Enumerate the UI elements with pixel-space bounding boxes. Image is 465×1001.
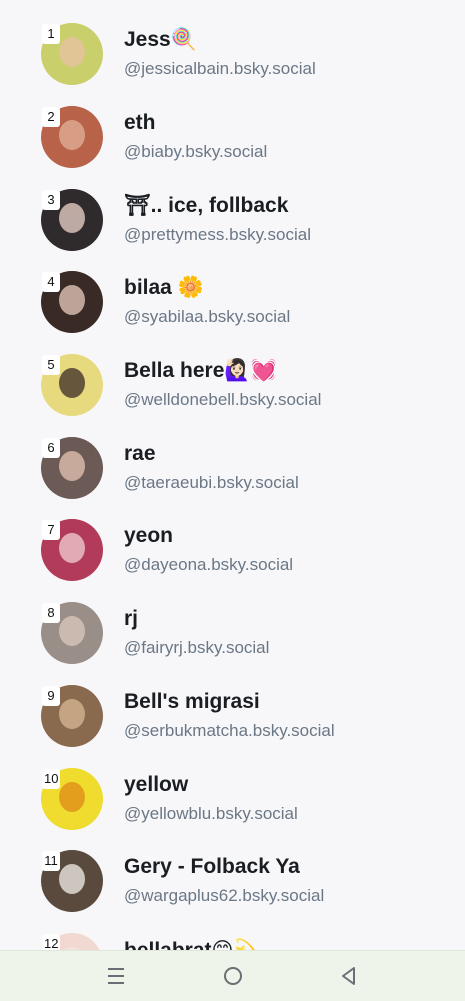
handle: @yellowblu.bsky.social (124, 804, 298, 823)
handle: @wargaplus62.bsky.social (124, 886, 325, 905)
display-name: bilaa 🌼 (124, 276, 204, 299)
list-item[interactable]: 2 eth @biaby.bsky.social (0, 83, 465, 168)
account-list: 1 Jess🍭 @jessicalbain.bsky.social 2 eth … (0, 0, 465, 950)
list-item[interactable]: 3 ⛩.. ice, follback @prettymess.bsky.soc… (0, 166, 465, 251)
handle: @prettymess.bsky.social (124, 225, 311, 244)
display-name: Jess🍭 (124, 28, 197, 51)
list-item[interactable]: 12 bellabrat😊💫 (0, 910, 465, 950)
system-nav-bar (0, 950, 465, 1001)
display-name: rj (124, 607, 139, 630)
rank-badge: 2 (42, 107, 60, 127)
handle: @fairyrj.bsky.social (124, 638, 270, 657)
rank-badge: 5 (42, 355, 60, 375)
handle: @taeraeubi.bsky.social (124, 473, 299, 492)
handle: @syabilaa.bsky.social (124, 307, 291, 326)
list-item[interactable]: 4 bilaa 🌼 @syabilaa.bsky.social (0, 248, 465, 333)
display-name: yeon (124, 524, 174, 547)
display-name: Bell's migrasi (124, 690, 260, 713)
list-item[interactable]: 1 Jess🍭 @jessicalbain.bsky.social (0, 0, 465, 85)
rank-badge: 6 (42, 438, 60, 458)
list-item[interactable]: 11 Gery - Folback Ya @wargaplus62.bsky.s… (0, 827, 465, 912)
handle: @jessicalbain.bsky.social (124, 59, 316, 78)
rank-badge: 7 (42, 520, 60, 540)
rank-badge: 9 (42, 686, 60, 706)
rank-badge: 3 (42, 190, 60, 210)
back-triangle-icon[interactable] (336, 963, 362, 989)
handle: @dayeona.bsky.social (124, 555, 294, 574)
list-item[interactable]: 5 Bella here🙋🏻‍♀️💓 @welldonebell.bsky.so… (0, 331, 465, 416)
rank-badge: 8 (42, 603, 60, 623)
rank-badge: 4 (42, 272, 60, 292)
display-name: rae (124, 442, 156, 465)
handle: @biaby.bsky.social (124, 142, 268, 161)
display-name: eth (124, 111, 156, 134)
rank-badge: 11 (42, 851, 60, 871)
list-item[interactable]: 8 rj @fairyrj.bsky.social (0, 579, 465, 664)
list-item[interactable]: 7 yeon @dayeona.bsky.social (0, 496, 465, 581)
handle: @serbukmatcha.bsky.social (124, 721, 335, 740)
rank-badge: 12 (42, 934, 61, 950)
display-name: Gery - Folback Ya (124, 855, 300, 878)
list-item[interactable]: 10 yellow @yellowblu.bsky.social (0, 745, 465, 830)
menu-icon[interactable] (103, 963, 129, 989)
list-item[interactable]: 9 Bell's migrasi @serbukmatcha.bsky.soci… (0, 662, 465, 747)
display-name: Bella here🙋🏻‍♀️💓 (124, 359, 277, 382)
display-name: ⛩.. ice, follback (124, 194, 289, 217)
display-name: yellow (124, 773, 189, 796)
rank-badge: 10 (42, 769, 61, 789)
display-name: bellabrat😊💫 (124, 938, 260, 950)
rank-badge: 1 (42, 24, 60, 44)
home-circle-icon[interactable] (220, 963, 246, 989)
handle: @welldonebell.bsky.social (124, 390, 322, 409)
list-item[interactable]: 6 rae @taeraeubi.bsky.social (0, 414, 465, 499)
